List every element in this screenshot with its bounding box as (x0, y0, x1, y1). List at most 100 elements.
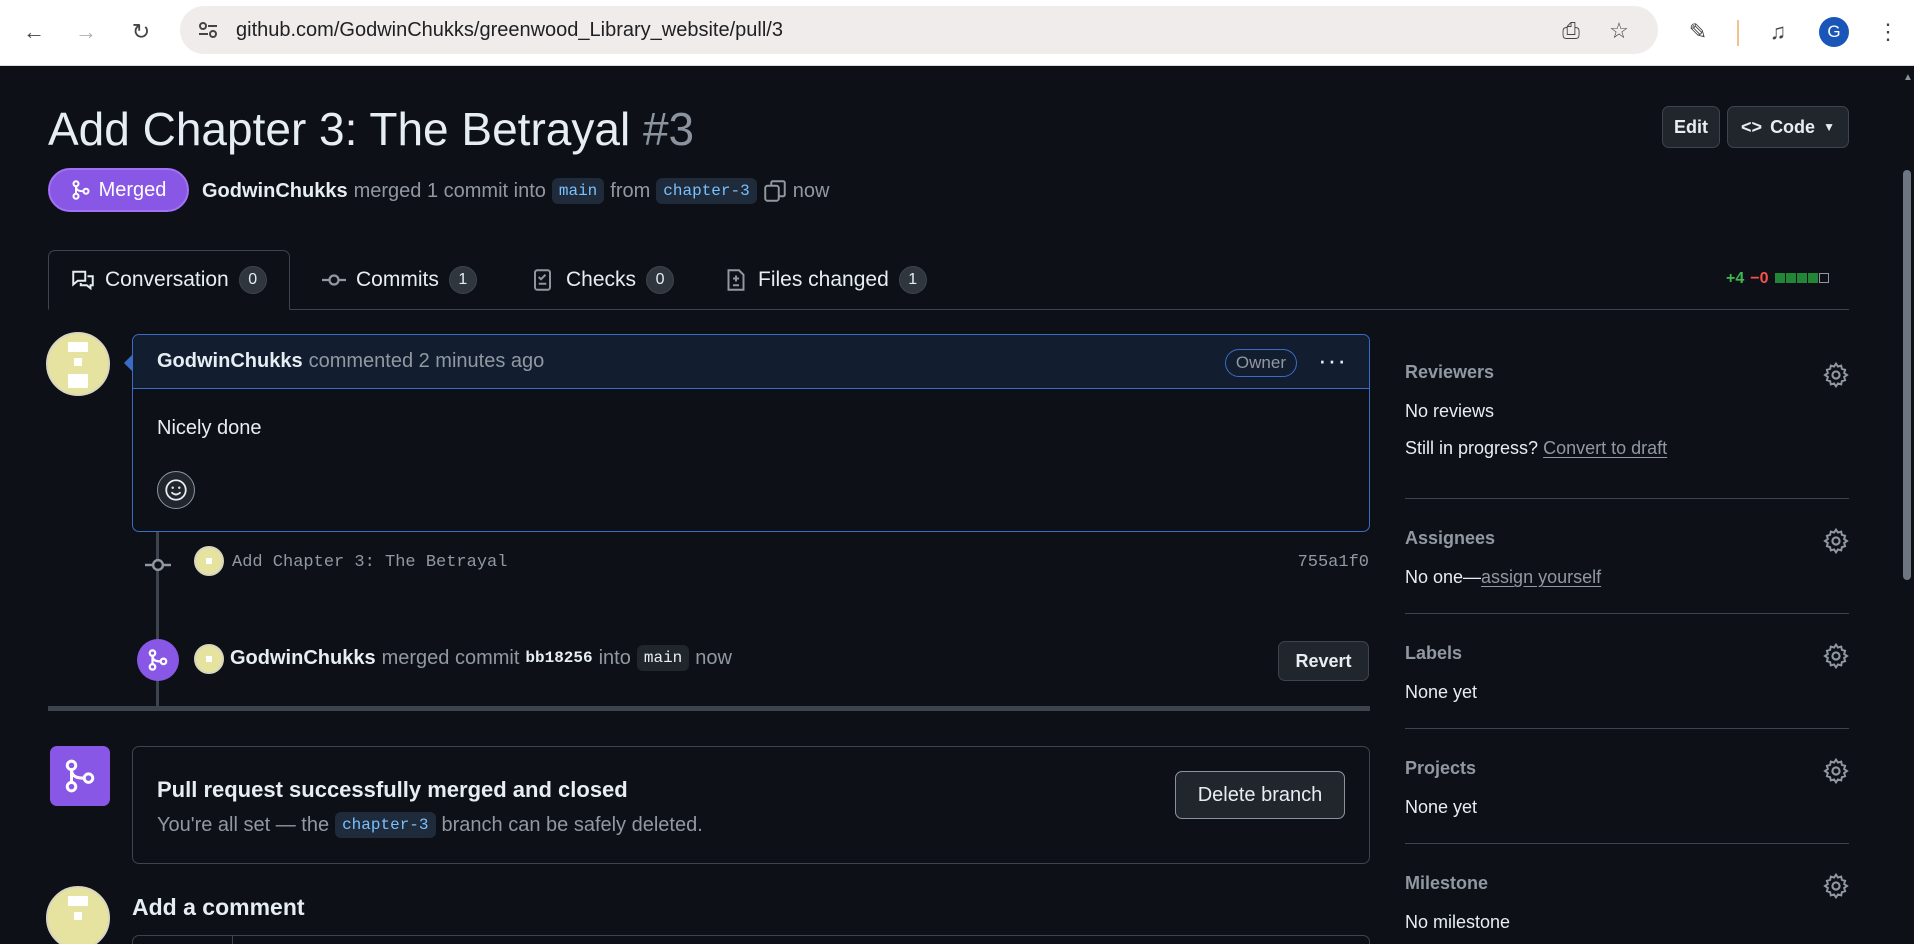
merge-commit-sha[interactable]: bb18256 (525, 649, 592, 667)
head-branch[interactable]: chapter-3 (656, 178, 757, 204)
diffstat-additions: +4 (1726, 270, 1745, 287)
browser-menu-icon[interactable]: ⋮ (1872, 16, 1904, 48)
profile-avatar[interactable]: G (1819, 17, 1849, 47)
tab-conversation[interactable]: Conversation 0 (48, 250, 290, 310)
sidebar-milestone: Milestone No milestone (1405, 873, 1849, 933)
merge-event-branch[interactable]: main (636, 645, 690, 671)
assign-yourself-link[interactable]: assign yourself (1481, 567, 1601, 587)
site-info-icon[interactable] (196, 18, 220, 42)
comment-meta[interactable]: commented 2 minutes ago (309, 350, 545, 373)
merge-event-time[interactable]: now (695, 647, 732, 670)
diffstat-block (1774, 273, 1785, 283)
tab-checks[interactable]: Checks 0 (532, 250, 675, 310)
toolbar-divider (1737, 20, 1739, 46)
git-commit-icon (145, 552, 171, 578)
gear-icon[interactable] (1823, 758, 1849, 784)
scroll-up-icon[interactable]: ▲ (1903, 72, 1913, 83)
delete-branch-button[interactable]: Delete branch (1175, 771, 1345, 819)
git-merge-icon (72, 180, 90, 200)
git-merge-icon (50, 746, 110, 806)
avatar-pixel (74, 358, 82, 366)
avatar-pixel (206, 656, 212, 662)
add-comment-heading: Add a comment (132, 894, 305, 920)
comment-header: GodwinChukks commented 2 minutes ago Own… (133, 335, 1369, 389)
assignees-prefix: No one— (1405, 567, 1482, 587)
gear-icon[interactable] (1823, 643, 1849, 669)
code-icon: <> (1741, 116, 1763, 137)
tab-commits-count: 1 (448, 266, 477, 294)
commit-sha-link[interactable]: 755a1f0 (1298, 553, 1369, 572)
pr-author-link[interactable]: GodwinChukks (202, 180, 348, 203)
sidebar-labels-value: None yet (1405, 682, 1478, 702)
sidebar-labels-label[interactable]: Labels (1405, 643, 1849, 664)
gear-icon[interactable] (1823, 873, 1849, 899)
media-control-icon[interactable]: ♫ (1762, 16, 1794, 48)
sidebar-assignees-value: No one—assign yourself (1405, 567, 1849, 588)
tab-checks-count: 0 (646, 266, 675, 294)
avatar-pixel (68, 896, 88, 906)
sidebar-milestone-label[interactable]: Milestone (1405, 873, 1849, 894)
commit-message-link[interactable]: Add Chapter 3: The Betrayal (232, 553, 507, 572)
owner-badge: Owner (1224, 349, 1297, 377)
merged-box-description: You're all set — the chapter-3 branch ca… (157, 812, 703, 838)
bookmark-star-icon[interactable]: ☆ (1606, 18, 1632, 44)
tab-conversation-count: 0 (238, 266, 267, 294)
tabs-underline (48, 309, 1849, 310)
sidebar-assignees-label[interactable]: Assignees (1405, 528, 1849, 549)
merged-box-branch[interactable]: chapter-3 (335, 812, 436, 838)
avatar-pixel (68, 342, 88, 352)
forward-arrow-icon[interactable]: → (68, 14, 104, 50)
tab-files-changed-label: Files changed (758, 268, 889, 291)
base-branch[interactable]: main (551, 178, 605, 204)
sidebar-reviewers-label[interactable]: Reviewers (1405, 362, 1849, 383)
extensions-icon[interactable]: ✎ (1682, 16, 1714, 48)
address-bar[interactable]: github.com/GodwinChukks/greenwood_Librar… (180, 6, 1658, 54)
avatar[interactable] (194, 546, 224, 576)
browser-toolbar: ← → ↻ github.com/GodwinChukks/greenwood_… (0, 0, 1914, 66)
add-reaction-button[interactable] (157, 471, 195, 509)
write-tab[interactable] (133, 936, 233, 944)
kebab-menu-icon[interactable]: ··· (1318, 345, 1347, 376)
reload-icon[interactable]: ↻ (123, 14, 159, 50)
comment-card: GodwinChukks commented 2 minutes ago Own… (132, 334, 1370, 532)
sidebar-projects-value: None yet (1405, 797, 1478, 817)
code-button[interactable]: <> Code ▼ (1727, 106, 1849, 148)
gear-icon[interactable] (1823, 362, 1849, 388)
avatar-pixel (206, 558, 212, 564)
checklist-icon (534, 269, 551, 291)
caret-down-icon: ▼ (1823, 120, 1835, 134)
sidebar-reviewers: Reviewers No reviews Still in progress? … (1405, 362, 1849, 472)
sidebar-projects-label[interactable]: Projects (1405, 758, 1849, 779)
merged-status-box: Pull request successfully merged and clo… (132, 746, 1370, 864)
revert-button[interactable]: Revert (1278, 641, 1369, 681)
tab-commits-label: Commits (356, 268, 439, 291)
comment-editor[interactable] (132, 935, 1370, 944)
install-app-icon[interactable]: ⎙ (1558, 18, 1584, 44)
avatar[interactable] (194, 644, 224, 674)
sidebar-reviewers-value: No reviews (1405, 401, 1495, 421)
diffstat-block (1807, 273, 1818, 283)
draft-prefix: Still in progress? (1405, 438, 1539, 458)
merge-event-into: into (598, 646, 631, 669)
merge-event: GodwinChukks merged commit bb18256 into … (230, 645, 732, 671)
convert-to-draft-link[interactable]: Convert to draft (1543, 438, 1667, 458)
sidebar-labels: Labels None yet (1405, 643, 1849, 703)
tab-commits[interactable]: Commits 1 (322, 250, 477, 310)
avatar[interactable] (46, 332, 110, 396)
page-scrollbar[interactable]: ▲ (1900, 66, 1914, 944)
comment-author[interactable]: GodwinChukks (157, 350, 303, 373)
scrollbar-thumb[interactable] (1903, 170, 1911, 580)
tab-checks-label: Checks (566, 268, 637, 291)
back-arrow-icon[interactable]: ← (16, 14, 52, 50)
merged-box-title: Pull request successfully merged and clo… (157, 777, 628, 802)
merge-event-author[interactable]: GodwinChukks (230, 647, 376, 670)
avatar-pixel (68, 374, 88, 388)
edit-button[interactable]: Edit (1662, 106, 1720, 148)
avatar[interactable] (46, 886, 110, 944)
tab-files-changed-count: 1 (898, 266, 927, 294)
diffstat-block (1785, 273, 1796, 283)
copy-icon[interactable] (763, 179, 787, 203)
gear-icon[interactable] (1823, 528, 1849, 554)
git-commit-icon (322, 274, 346, 286)
tab-files-changed[interactable]: Files changed 1 (724, 250, 927, 310)
